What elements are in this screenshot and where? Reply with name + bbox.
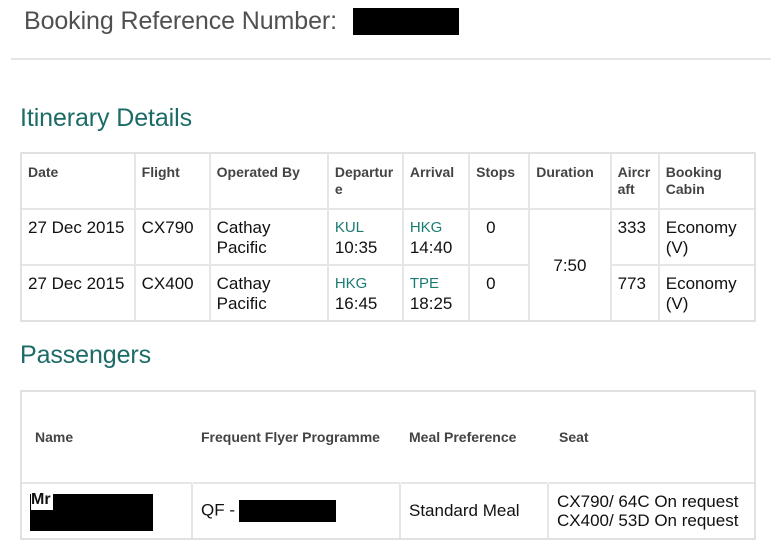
col-seat: Seat xyxy=(549,392,754,484)
departure: HKG 16:45 xyxy=(329,266,404,320)
passenger-row: Mr QF - Standard Meal CX790/ 64C On requ… xyxy=(22,484,754,538)
col-flight: Flight xyxy=(135,154,211,210)
operated-by: Cathay Pacific xyxy=(210,210,329,266)
col-frequent-flyer: Frequent Flyer Programme xyxy=(193,392,401,484)
aircraft: 773 xyxy=(612,266,660,320)
departure-airport-code: HKG xyxy=(334,275,368,292)
booking-reference: Booking Reference Number: xyxy=(24,7,459,36)
itinerary-row: 27 Dec 2015 CX400 Cathay Pacific HKG 16:… xyxy=(22,266,754,320)
booking-cabin: Economy (V) xyxy=(659,210,754,266)
col-meal-preference: Meal Preference xyxy=(401,392,549,484)
stops: 0 xyxy=(470,210,531,266)
flight-number: CX400 xyxy=(136,266,211,320)
date: 27 Dec 2015 xyxy=(22,210,136,266)
arrival: HKG 14:40 xyxy=(403,210,471,266)
itinerary-table: Date Flight Operated By Departur e Arriv… xyxy=(20,152,756,322)
date: 27 Dec 2015 xyxy=(22,266,136,320)
stops: 0 xyxy=(470,266,531,320)
itinerary-header-row: Date Flight Operated By Departur e Arriv… xyxy=(22,154,754,210)
seat-assignment: CX400/ 53D On request xyxy=(557,511,739,530)
booking-reference-label: Booking Reference Number: xyxy=(24,7,337,35)
col-booking-cabin: Booking Cabin xyxy=(659,154,754,210)
passengers-header-row: Name Frequent Flyer Programme Meal Prefe… xyxy=(22,392,754,484)
booking-reference-value-redacted xyxy=(352,8,459,35)
meal-preference: Standard Meal xyxy=(401,484,549,538)
arrival-time: 18:25 xyxy=(409,294,453,313)
booking-cabin: Economy (V) xyxy=(665,274,737,313)
passenger-title: Mr xyxy=(31,490,53,510)
col-name: Name xyxy=(22,392,193,484)
frequent-flyer-prefix: QF - xyxy=(201,500,235,520)
col-stops: Stops xyxy=(470,154,531,210)
itinerary-title: Itinerary Details xyxy=(20,104,192,132)
col-arrival: Arrival xyxy=(403,154,471,210)
passenger-name: Mr xyxy=(22,484,193,538)
seat-assignment: CX790/ 64C On request xyxy=(557,492,739,511)
duration: 7:50 xyxy=(530,210,612,320)
divider xyxy=(11,58,771,60)
passengers-table: Name Frequent Flyer Programme Meal Prefe… xyxy=(20,390,756,540)
departure-airport-code: KUL xyxy=(334,219,365,236)
departure-time: 16:45 xyxy=(334,294,378,313)
aircraft: 333 xyxy=(611,210,660,266)
col-date: Date xyxy=(22,154,136,210)
arrival-airport-code: HKG xyxy=(409,219,443,236)
arrival: TPE 18:25 xyxy=(404,266,471,320)
operated-by: Cathay Pacific xyxy=(211,266,329,320)
departure-time: 10:35 xyxy=(334,238,378,257)
frequent-flyer-number-redacted xyxy=(239,500,336,522)
col-aircraft: Aircr aft xyxy=(611,154,660,210)
itinerary-row: 27 Dec 2015 CX790 Cathay Pacific KUL 10:… xyxy=(22,210,754,320)
frequent-flyer: QF - xyxy=(193,484,401,538)
passengers-title: Passengers xyxy=(20,341,152,369)
col-departure: Departur e xyxy=(328,154,404,210)
col-operated-by: Operated By xyxy=(210,154,329,210)
arrival-airport-code: TPE xyxy=(409,275,440,292)
arrival-time: 14:40 xyxy=(409,238,453,257)
col-duration: Duration xyxy=(530,154,612,210)
seat: CX790/ 64C On request CX400/ 53D On requ… xyxy=(549,484,754,538)
flight-number: CX790 xyxy=(135,210,211,266)
departure: KUL 10:35 xyxy=(328,210,404,266)
